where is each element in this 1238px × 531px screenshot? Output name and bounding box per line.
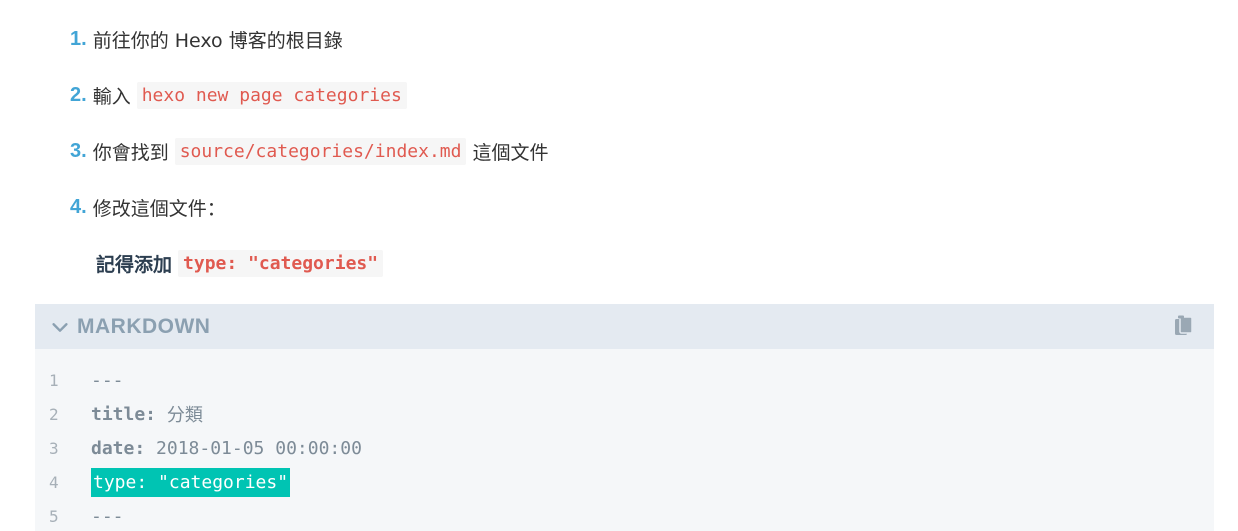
note-inline-code: type: "categories" xyxy=(178,249,384,277)
code-key: title: xyxy=(91,403,157,425)
code-block: MARKDOWN 1 --- 2 title: 分類 3 date: 2018-… xyxy=(35,304,1214,531)
code-text: --- xyxy=(91,505,124,527)
step-item-4: 4. 修改這個文件： xyxy=(70,192,226,222)
note: 記得添加 type: "categories" xyxy=(96,248,389,278)
code-text: --- xyxy=(91,369,124,391)
step-text: 前往你的 Hexo 博客的根目錄 xyxy=(92,29,343,52)
line-number: 2 xyxy=(49,404,59,424)
line-number: 1 xyxy=(49,370,59,390)
step-number: 1. xyxy=(70,27,87,50)
step-number: 3. xyxy=(70,139,87,162)
code-line: 2 title: 分類 xyxy=(35,397,1214,431)
inline-code: hexo new page categories xyxy=(136,81,407,109)
code-line: 5 --- xyxy=(35,499,1214,531)
line-number: 4 xyxy=(49,472,59,492)
code-line: 1 --- xyxy=(35,363,1214,397)
code-lines: 1 --- 2 title: 分類 3 date: 2018-01-05 00:… xyxy=(35,349,1214,531)
step-text: 輸入 xyxy=(92,85,131,108)
inline-code: source/categories/index.md xyxy=(174,137,467,165)
highlighted-code: type: "categories" xyxy=(91,467,291,497)
step-text: 你會找到 xyxy=(92,141,169,164)
chevron-down-icon[interactable] xyxy=(49,316,71,338)
step-text-after: 這個文件 xyxy=(472,141,549,164)
code-line: 3 date: 2018-01-05 00:00:00 xyxy=(35,431,1214,465)
line-number: 5 xyxy=(49,506,59,526)
copy-icon[interactable] xyxy=(1172,314,1196,338)
code-language-label: MARKDOWN xyxy=(77,314,211,338)
code-value: 分類 xyxy=(156,405,203,426)
step-number: 2. xyxy=(70,83,87,106)
step-item-1: 1. 前往你的 Hexo 博客的根目錄 xyxy=(70,24,343,54)
code-key: date: xyxy=(91,437,146,459)
code-value: 2018-01-05 00:00:00 xyxy=(145,437,362,459)
step-number: 4. xyxy=(70,195,87,218)
code-line-highlighted: 4 type: "categories" xyxy=(35,465,1214,499)
note-text: 記得添加 xyxy=(96,253,173,276)
step-item-2: 2. 輸入 hexo new page categories xyxy=(70,80,413,110)
step-text: 修改這個文件： xyxy=(92,197,226,220)
line-number: 3 xyxy=(49,438,59,458)
step-item-3: 3. 你會找到 source/categories/index.md 這個文件 xyxy=(70,136,548,166)
code-block-header[interactable]: MARKDOWN xyxy=(35,304,1214,349)
